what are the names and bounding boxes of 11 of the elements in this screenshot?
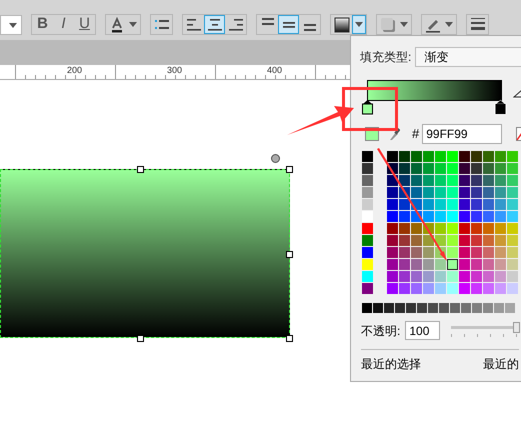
hex-field[interactable]: 99FF99 [422,124,502,144]
hash-label: # [412,125,420,144]
opacity-field[interactable]: 100 [405,321,440,340]
fill-type-label: 填充类型: [360,49,412,66]
ruler-label: 400 [267,65,282,76]
ruler-label: 300 [167,65,182,76]
recent-colors-label: 最近的选择 [361,356,421,373]
opacity-label: 不透明: [361,322,400,340]
ruler-label: 200 [67,65,82,76]
recent-colors-label: 最近的 [483,356,519,373]
fill-type-select[interactable]: 渐变 [415,47,521,67]
